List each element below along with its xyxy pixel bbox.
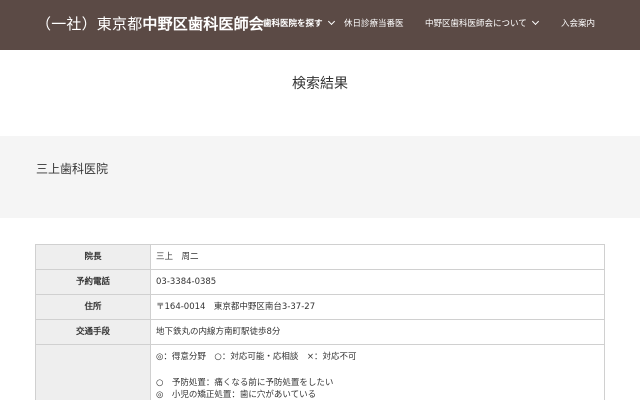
clinic-name: 三上歯科医院 bbox=[36, 162, 109, 176]
row-label-address: 住所 bbox=[35, 294, 151, 320]
table-row: 交通手段 地下鉄丸の内線方南町駅徒歩8分 bbox=[35, 319, 605, 345]
service-item: ○ 予防処置：痛くなる前に予防処置をしたい bbox=[156, 378, 334, 388]
table-row: 院長 三上 周二 bbox=[35, 244, 605, 270]
chevron-down-icon bbox=[327, 17, 335, 26]
table-row: 予約電話 03-3384-0385 bbox=[35, 269, 605, 295]
services-legend: ◎：得意分野 ○：対応可能・応相談 ×：対応不可 bbox=[156, 352, 357, 362]
row-value-director: 三上 周二 bbox=[150, 244, 605, 270]
nav-about-label: 中野区歯科医師会について bbox=[425, 19, 527, 29]
table-row: ◎：得意分野 ○：対応可能・応相談 ×：対応不可 ○ 予防処置：痛くなる前に予防… bbox=[35, 344, 605, 400]
row-label-phone: 予約電話 bbox=[35, 269, 151, 295]
row-value-access: 地下鉄丸の内線方南町駅徒歩8分 bbox=[150, 319, 605, 345]
site-header: （一社）東京都中野区歯科医師会 歯科医院を探す 休日診療当番医 中野区歯科医師会… bbox=[0, 0, 640, 50]
nav-holiday-clinic[interactable]: 休日診療当番医 bbox=[344, 18, 404, 30]
nav-find-clinic-label: 歯科医院を探す bbox=[263, 19, 323, 29]
clinic-info-table: 院長 三上 周二 予約電話 03-3384-0385 住所 〒164-0014 … bbox=[35, 244, 605, 400]
logo-prefix: （一社）東京都 bbox=[36, 15, 143, 33]
service-item: ◎ 小児の矯正処置：歯に穴があいている bbox=[156, 390, 317, 400]
chevron-down-icon bbox=[531, 17, 539, 26]
logo-brand: 中野区歯科医師会 bbox=[142, 15, 265, 33]
site-logo[interactable]: （一社）東京都中野区歯科医師会 bbox=[36, 14, 264, 34]
table-row: 住所 〒164-0014 東京都中野区南台3-37-27 bbox=[35, 294, 605, 320]
row-value-phone[interactable]: 03-3384-0385 bbox=[150, 269, 605, 295]
nav-membership[interactable]: 入会案内 bbox=[561, 18, 595, 30]
row-label-director: 院長 bbox=[35, 244, 151, 270]
row-label-services bbox=[35, 344, 151, 400]
page-title: 検索結果 bbox=[292, 76, 348, 92]
row-value-services: ◎：得意分野 ○：対応可能・応相談 ×：対応不可 ○ 予防処置：痛くなる前に予防… bbox=[150, 344, 605, 400]
nav-holiday-clinic-label: 休日診療当番医 bbox=[344, 19, 404, 29]
nav-find-clinic[interactable]: 歯科医院を探す bbox=[263, 17, 335, 30]
clinic-name-band: 三上歯科医院 bbox=[0, 136, 640, 218]
nav-about[interactable]: 中野区歯科医師会について bbox=[425, 17, 539, 30]
row-label-access: 交通手段 bbox=[35, 319, 151, 345]
nav-membership-label: 入会案内 bbox=[561, 19, 596, 29]
row-value-address: 〒164-0014 東京都中野区南台3-37-27 bbox=[150, 294, 605, 320]
